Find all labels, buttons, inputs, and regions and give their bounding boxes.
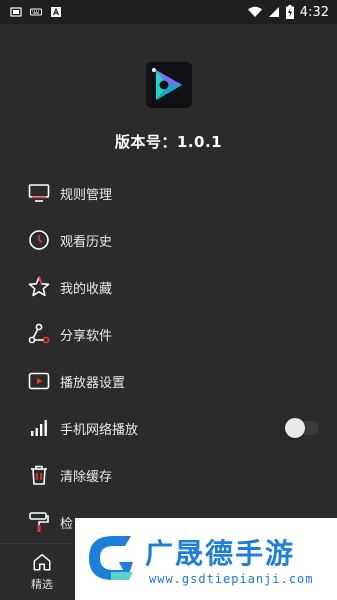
menu-item-share[interactable]: 分享软件 bbox=[0, 311, 337, 357]
menu-item-label: 检 bbox=[60, 517, 74, 532]
watermark-logo bbox=[89, 536, 133, 580]
screen-icon bbox=[10, 7, 22, 17]
menu-item-favorites[interactable]: 我的收藏 bbox=[0, 264, 337, 310]
status-right: 4:32 bbox=[247, 4, 329, 20]
status-time: 4:32 bbox=[299, 4, 329, 20]
app-logo bbox=[146, 62, 192, 108]
menu-item-player-settings[interactable]: 播放器设置 bbox=[0, 358, 337, 404]
star-icon bbox=[28, 276, 50, 297]
app-logo-icon bbox=[146, 62, 192, 108]
watermark-url: www.gsdtiepianji.com bbox=[149, 572, 314, 586]
home-icon bbox=[33, 554, 51, 571]
text-icon bbox=[51, 7, 61, 17]
battery-charging-icon bbox=[285, 5, 294, 19]
keyboard-icon bbox=[30, 8, 42, 16]
wifi-icon bbox=[247, 6, 262, 17]
trash-icon bbox=[31, 465, 47, 485]
menu-item-label: 规则管理 bbox=[60, 188, 113, 203]
monitor-icon bbox=[28, 184, 50, 202]
status-left bbox=[10, 6, 62, 18]
menu-item-label: 我的收藏 bbox=[60, 282, 113, 297]
menu-item-label: 手机网络播放 bbox=[60, 423, 139, 438]
menu-item-history[interactable]: 观看历史 bbox=[0, 217, 337, 263]
version-text: 版本号：1.0.1 bbox=[114, 133, 223, 151]
menu-item-clear-cache[interactable]: 清除缓存 bbox=[0, 452, 337, 498]
menu-item-rules[interactable]: 规则管理 bbox=[0, 170, 337, 216]
signal-icon bbox=[268, 7, 279, 17]
mobile-network-toggle[interactable] bbox=[285, 418, 319, 438]
toggle-knob bbox=[285, 418, 305, 438]
menu-item-label: 播放器设置 bbox=[60, 376, 126, 391]
share-icon bbox=[28, 323, 50, 344]
clock-icon bbox=[29, 230, 49, 250]
player-settings-icon bbox=[28, 372, 50, 390]
menu-item-label: 清除缓存 bbox=[60, 470, 113, 485]
status-bar: 4:32 bbox=[0, 0, 337, 24]
tab-featured[interactable]: 精选 bbox=[14, 552, 70, 598]
paint-roller-icon bbox=[29, 512, 49, 532]
menu-item-label: 观看历史 bbox=[60, 235, 113, 250]
watermark: 广晟德手游 www.gsdtiepianji.com bbox=[75, 518, 337, 600]
signal-bars-icon bbox=[31, 420, 47, 436]
watermark-text: 广晟德手游 bbox=[145, 537, 296, 570]
menu-item-label: 分享软件 bbox=[60, 329, 113, 344]
menu-item-mobile-network[interactable]: 手机网络播放 bbox=[0, 405, 337, 451]
tab-label: 精选 bbox=[31, 578, 53, 591]
